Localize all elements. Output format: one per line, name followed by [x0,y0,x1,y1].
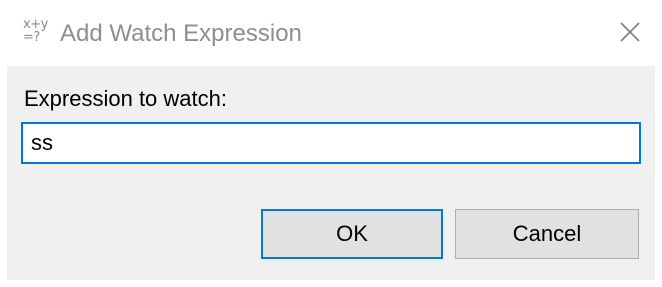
ok-button[interactable]: OK [261,209,443,259]
watch-expression-icon: x+y =? [23,17,48,45]
expression-input[interactable] [21,122,641,164]
cancel-button[interactable]: Cancel [455,209,639,259]
dialog-title: Add Watch Expression [60,20,302,47]
dialog-content: Expression to watch: OK Cancel [7,66,655,280]
expression-label: Expression to watch: [24,86,227,111]
add-watch-expression-dialog: x+y =? Add Watch Expression Expression t… [0,0,662,287]
close-icon [620,22,640,42]
close-button[interactable] [612,14,648,50]
title-bar: x+y =? Add Watch Expression [0,0,662,66]
